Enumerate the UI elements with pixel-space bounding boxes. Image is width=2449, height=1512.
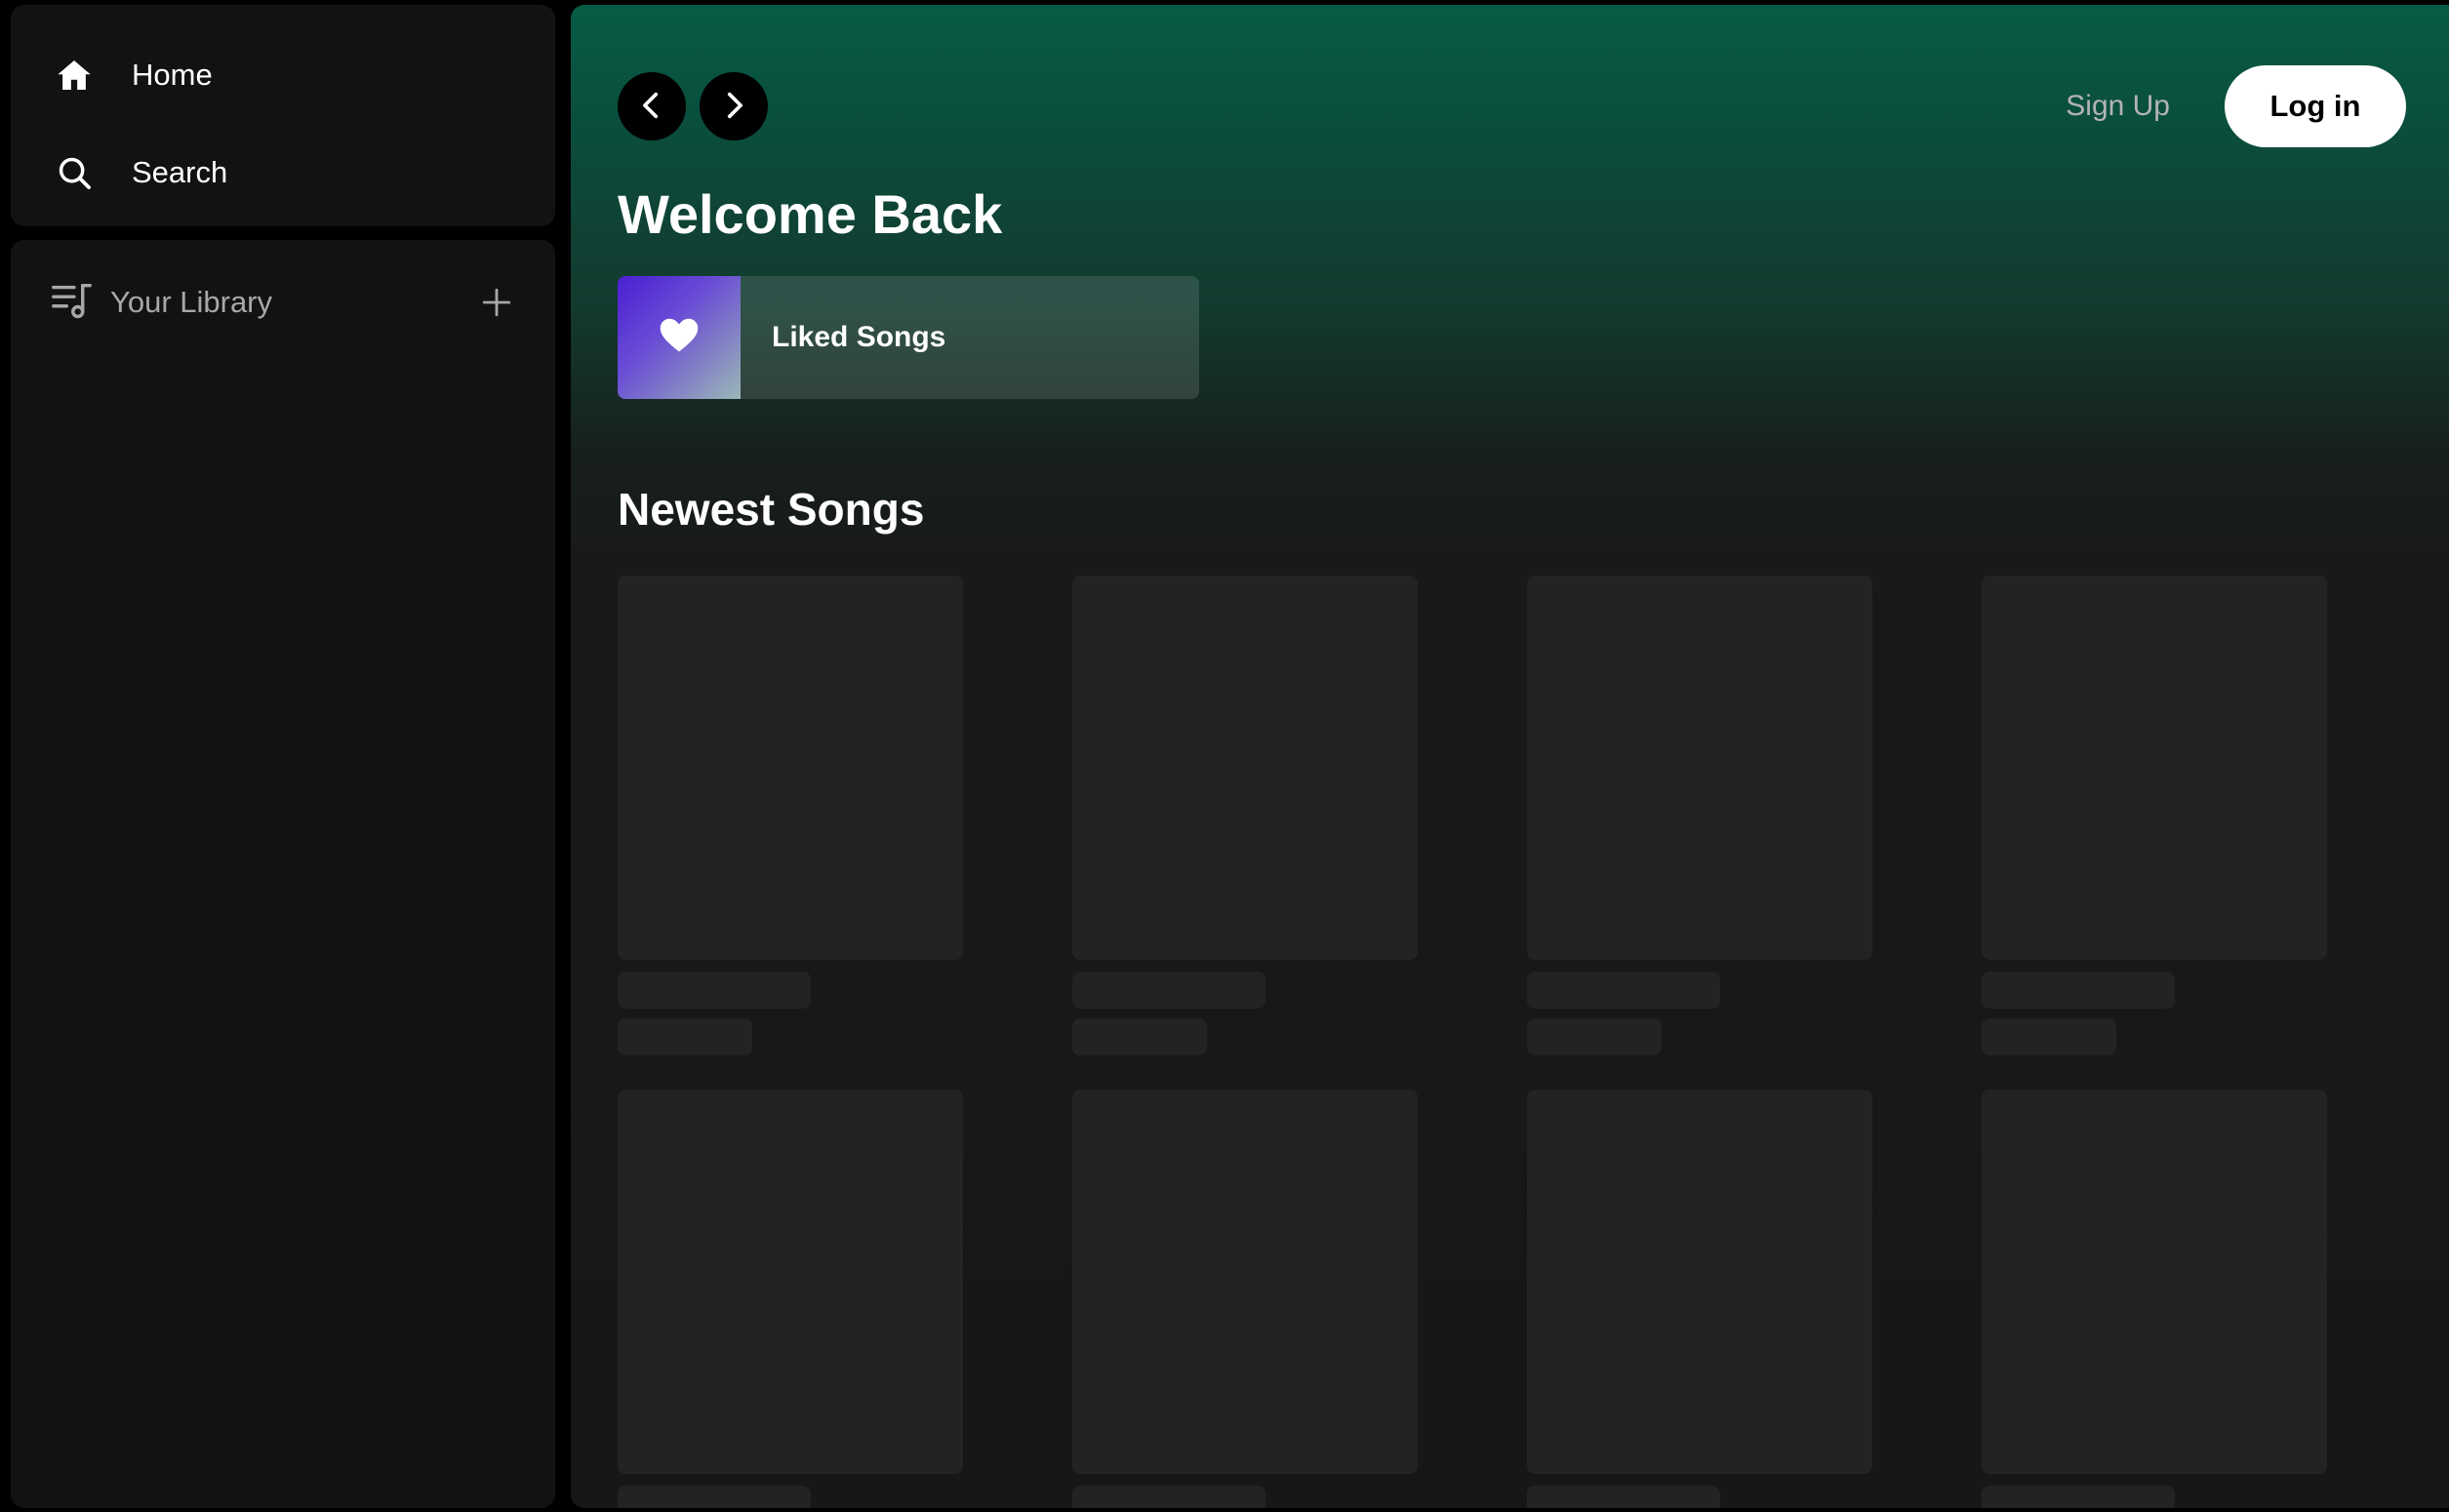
skeleton-artwork <box>1527 1090 1872 1474</box>
signup-button[interactable]: Sign Up <box>2066 90 2170 123</box>
song-card-skeleton <box>1982 576 2327 1055</box>
skeleton-title <box>1982 1486 2175 1508</box>
song-card-skeleton <box>1527 576 1872 1055</box>
skeleton-title <box>618 1486 811 1508</box>
auth-actions: Sign Up Log in <box>2066 65 2406 147</box>
library-header: Your Library <box>50 273 520 332</box>
plus-icon[interactable] <box>473 279 520 326</box>
skeleton-artwork <box>618 576 963 960</box>
song-card-skeleton <box>1982 1090 2327 1508</box>
top-bar: Sign Up Log in <box>618 65 2406 147</box>
skeleton-artwork <box>1982 576 2327 960</box>
song-card-skeleton <box>1527 1090 1872 1508</box>
main-content: Sign Up Log in Welcome Back Liked Songs … <box>571 5 2449 1508</box>
liked-songs-card[interactable]: Liked Songs <box>618 276 1199 399</box>
library-panel: Your Library <box>11 240 555 1508</box>
skeleton-artwork <box>1982 1090 2327 1474</box>
sidebar-nav: Home Search <box>11 5 555 226</box>
skeleton-title <box>1527 1486 1720 1508</box>
sidebar-item-search[interactable]: Search <box>11 124 555 221</box>
search-icon <box>52 150 97 195</box>
liked-songs-art <box>618 276 741 399</box>
skeleton-subtitle <box>1527 1018 1662 1055</box>
skeleton-subtitle <box>618 1018 752 1055</box>
liked-songs-label: Liked Songs <box>772 321 946 353</box>
skeleton-title <box>1072 1486 1265 1508</box>
skeleton-title <box>618 972 811 1009</box>
song-card-skeleton <box>1072 1090 1418 1508</box>
chevron-right-icon <box>717 89 750 125</box>
song-card-skeleton <box>618 576 963 1055</box>
section-title: Newest Songs <box>618 484 925 535</box>
skeleton-title <box>1982 972 2175 1009</box>
skeleton-subtitle <box>1982 1018 2116 1055</box>
home-icon <box>52 53 97 98</box>
skeleton-artwork <box>1527 576 1872 960</box>
skeleton-artwork <box>1072 1090 1418 1474</box>
skeleton-artwork <box>618 1090 963 1474</box>
skeleton-title <box>1527 972 1720 1009</box>
login-button[interactable]: Log in <box>2225 65 2406 147</box>
skeleton-title <box>1072 972 1265 1009</box>
library-label[interactable]: Your Library <box>110 285 272 320</box>
library-icon[interactable] <box>50 278 95 328</box>
back-button[interactable] <box>618 72 686 140</box>
chevron-left-icon <box>635 89 668 125</box>
heart-icon <box>658 314 701 362</box>
newest-songs-grid <box>618 576 2327 1508</box>
app-root: Home Search Your Library Sign Up Log in … <box>0 0 2449 1512</box>
sidebar-item-home[interactable]: Home <box>11 26 555 124</box>
forward-button[interactable] <box>700 72 768 140</box>
skeleton-subtitle <box>1072 1018 1207 1055</box>
song-card-skeleton <box>1072 576 1418 1055</box>
page-title: Welcome Back <box>618 183 1003 245</box>
sidebar-item-label: Search <box>132 155 228 189</box>
sidebar-item-label: Home <box>132 58 213 92</box>
song-card-skeleton <box>618 1090 963 1508</box>
skeleton-artwork <box>1072 576 1418 960</box>
